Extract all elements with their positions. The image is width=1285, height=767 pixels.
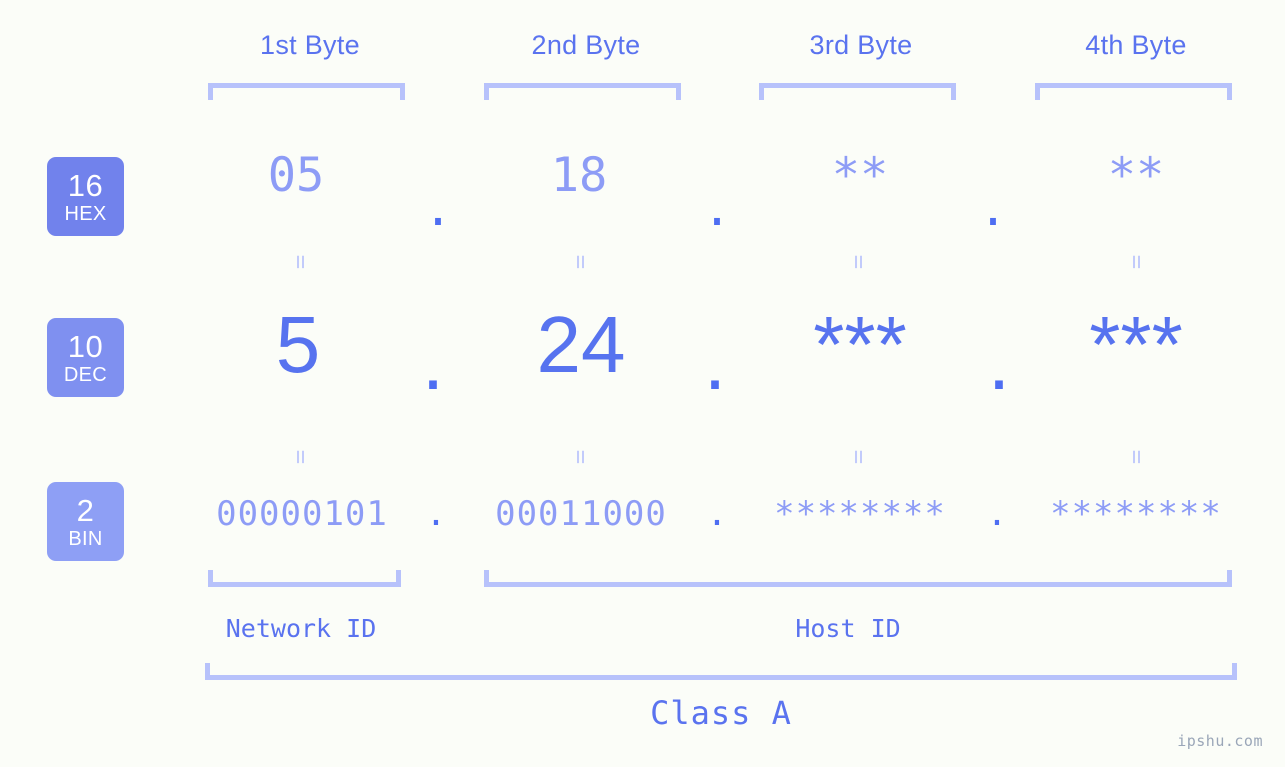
radix-badge-hex[interactable]: 16 HEX [47,157,124,236]
equals-dec-bin-1: = [287,449,315,465]
byte-header-4: 4th Byte [1085,30,1187,60]
bin-separator-1: . [425,494,447,534]
byte-header-1: 1st Byte [260,30,360,60]
radix-badge-bin-name: BIN [68,527,103,550]
bin-byte-4: ******** [1050,494,1222,534]
radix-badge-bin-number: 2 [76,492,95,528]
bin-byte-2: 00011000 [495,494,667,534]
byte-bracket-top-3 [759,83,956,100]
equals-dec-bin-3: = [845,449,873,465]
radix-badge-dec-number: 10 [67,328,104,364]
host-id-label: Host ID [795,614,901,643]
hex-separator-3: . [978,182,1008,237]
bin-separator-2: . [706,494,728,534]
hex-separator-2: . [702,182,732,237]
byte-header-2: 2nd Byte [531,30,641,60]
host-id-bracket [484,570,1232,587]
byte-bracket-top-1 [208,83,405,100]
equals-dec-bin-2: = [567,449,595,465]
radix-badge-hex-number: 16 [67,167,104,203]
network-id-label: Network ID [225,614,377,643]
equals-dec-bin-4: = [1123,449,1151,465]
radix-badge-bin[interactable]: 2 BIN [47,482,124,561]
dec-separator-3: . [987,317,1011,406]
byte-bracket-top-2 [484,83,681,100]
dec-separator-2: . [703,317,727,406]
dec-separator-1: . [421,317,445,406]
class-label: Class A [650,694,792,732]
bin-byte-1: 00000101 [216,494,388,534]
bin-byte-3: ******** [774,494,946,534]
radix-badge-dec-name: DEC [63,363,108,386]
byte-bracket-top-4 [1035,83,1232,100]
watermark: ipshu.com [1177,732,1263,750]
hex-separator-1: . [423,182,453,237]
class-bracket [205,663,1237,680]
bin-separator-3: . [986,494,1008,534]
radix-badge-hex-name: HEX [64,202,107,225]
network-id-bracket [208,570,401,587]
radix-badge-dec[interactable]: 10 DEC [47,318,124,397]
byte-header-3: 3rd Byte [809,30,913,60]
